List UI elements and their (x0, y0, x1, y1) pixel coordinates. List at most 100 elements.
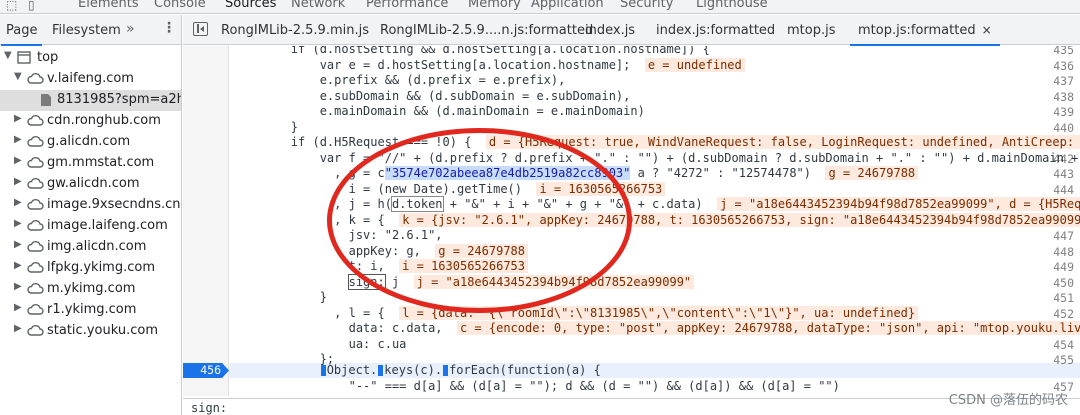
line-number[interactable]: 449 (1034, 260, 1074, 274)
line-number[interactable]: 448 (1034, 245, 1074, 259)
tree-item-label: 8131985?spm=a2h55.8 (57, 92, 181, 107)
sign-key-box[interactable]: sign: (347, 273, 386, 290)
cloud-icon (27, 324, 44, 341)
tab-memory[interactable]: Memory (468, 0, 521, 11)
tree-item[interactable]: ▶ static.youku.com (0, 321, 181, 342)
code-line: e.mainDomain && (d.mainDomain = e.mainDo… (319, 104, 645, 118)
line-number[interactable]: 450 (1034, 276, 1074, 290)
editor-tab-mtop-formatted[interactable]: mtop.js:formatted × (850, 23, 1000, 46)
tab-lighthouse[interactable]: Lighthouse (696, 0, 768, 11)
file-icon (40, 93, 52, 111)
tree-item-label: image.laifeng.com (47, 218, 168, 233)
inline-value: k = {jsv: "2.6.1", appKey: 24679788, t: … (399, 212, 1080, 227)
code-line: , i = (new Date).getTime() i = 163056526… (233, 181, 666, 198)
tab-page[interactable]: Page (0, 23, 44, 46)
editor-tab-index[interactable]: index.js (585, 23, 635, 38)
code-editor[interactable]: 4354364374384394404414424434444454464474… (183, 46, 1080, 396)
chevron-right-icon[interactable]: ▶ (14, 197, 22, 208)
tab-elements[interactable]: Elements (78, 0, 139, 11)
chevron-right-icon[interactable]: ▶ (14, 323, 22, 334)
tree-item-label: top (37, 50, 59, 65)
chevron-right-icon[interactable]: ▶ (14, 155, 22, 166)
chevron-right-icon[interactable]: ▶ (14, 218, 22, 229)
code-line: if (d.hostSetting && d.hostSetting[a.loc… (290, 46, 710, 56)
code-line: , j = h(d.token + "&" + i + "&" + g + "&… (233, 196, 1080, 213)
bottom-input-bar[interactable]: sign: (183, 398, 1080, 415)
tree-item[interactable]: ▶ r1.ykimg.com (0, 300, 181, 321)
inline-value: l = {data: "{\"roomId\":\"8131985\",\"co… (399, 305, 919, 320)
tree-item[interactable]: ▶ m.ykimg.com (0, 279, 181, 300)
cloud-icon (27, 282, 44, 299)
editor-tab-rongimlib-min[interactable]: RongIMLib-2.5.9.min.js (221, 23, 369, 38)
inline-value: g = 24679788 (825, 166, 919, 180)
line-number[interactable]: 454 (1034, 338, 1074, 352)
tab-performance[interactable]: Performance (366, 0, 448, 11)
line-number[interactable]: 447 (1034, 229, 1074, 243)
toggle-navigator-icon[interactable] (193, 22, 208, 36)
inspect-element-icon[interactable]: ⬚ (6, 0, 17, 12)
tab-sources[interactable]: Sources (225, 0, 276, 11)
breakpoint-marker[interactable]: 456 (183, 363, 229, 378)
editor-tab-index-formatted[interactable]: index.js:formatted (656, 23, 775, 38)
code-line: if (d.H5Request === !0) { d = {H5Request… (233, 135, 1080, 151)
tree-item[interactable]: ▶ image.laifeng.com (0, 216, 181, 237)
line-number[interactable]: 439 (1034, 105, 1074, 119)
tree-item[interactable]: ▶ img.alicdn.com (0, 237, 181, 258)
tree-item[interactable]: ▶ cdn.ronghub.com (0, 111, 181, 132)
line-number[interactable]: 443 (1034, 167, 1074, 181)
cloud-icon (27, 240, 44, 257)
line-number[interactable]: 440 (1034, 121, 1074, 135)
sources-navigator: Page Filesystem » ⋮ ▼ top ▼ v.laifeng.com 81… (0, 15, 182, 415)
device-toolbar-icon[interactable]: ▯ (28, 0, 35, 12)
tree-item[interactable]: ▶ image.9xsecndns.cn (0, 195, 181, 216)
tree-item[interactable]: ▶ lfpkg.ykimg.com (0, 258, 181, 279)
chevron-right-icon[interactable]: ▶ (14, 113, 22, 124)
step-marker-icon[interactable] (320, 365, 326, 376)
chevron-down-icon[interactable]: ▼ (4, 50, 12, 61)
inline-value: i = 1630565266753 (536, 181, 666, 196)
tab-filesystem[interactable]: Filesystem (52, 23, 121, 38)
line-number[interactable]: 436 (1034, 59, 1074, 73)
line-number[interactable]: 451 (1034, 291, 1074, 305)
selected-app-key-string: "3574e702abeea87e4db2519a82cc8903" (384, 166, 631, 180)
inline-value: g = 24679788 (435, 243, 528, 258)
tree-item[interactable]: ▼ v.laifeng.com (0, 69, 181, 90)
tree-item[interactable]: 8131985?spm=a2h55.8 (0, 90, 181, 111)
editor-tab-mtop[interactable]: mtop.js (787, 23, 835, 38)
tab-console[interactable]: Console (154, 0, 206, 11)
line-number[interactable]: 437 (1034, 74, 1074, 88)
chevron-right-icon[interactable]: ▶ (14, 302, 22, 313)
tab-network[interactable]: Network (291, 0, 345, 11)
step-marker-icon[interactable] (378, 365, 384, 376)
tree-item[interactable]: ▶ g.alicdn.com (0, 132, 181, 153)
chevron-right-icon[interactable]: ▶ (14, 134, 22, 145)
code-line: , l = { l = {data: "{\"roomId\":\"813198… (233, 305, 919, 322)
line-number[interactable]: 444 (1034, 183, 1074, 197)
tree-item[interactable]: ▼ top (0, 48, 181, 69)
editor-tab-rongimlib-formatted[interactable]: RongIMLib-2.5.9....n.js:formatted (380, 23, 593, 38)
code-line: "--" === d[a] && (d[a] = ""); d && (d = … (348, 379, 840, 393)
tab-application[interactable]: Application (531, 0, 604, 11)
kebab-menu-icon[interactable]: ⋮ (162, 20, 176, 36)
chevron-right-icon[interactable]: ▶ (14, 176, 22, 187)
code-line: } (319, 290, 327, 304)
tab-security[interactable]: Security (620, 0, 673, 11)
devtools-panel-tabs: ⬚ ▯ Elements Console Sources Network Per… (0, 0, 1080, 14)
line-number[interactable]: 452 (1034, 307, 1074, 321)
line-number[interactable]: 455 (1034, 353, 1074, 367)
more-tabs-button[interactable]: » (126, 21, 135, 37)
code-line: var f = "//" + (d.prefix ? d.prefix + ".… (319, 150, 1080, 165)
token-expression-box[interactable]: d.token (390, 196, 444, 212)
line-number[interactable]: 438 (1034, 90, 1074, 104)
chevron-down-icon[interactable]: ▼ (14, 71, 22, 82)
step-marker-icon[interactable] (443, 365, 449, 376)
chevron-right-icon[interactable]: ▶ (14, 281, 22, 292)
tree-item-label: g.alicdn.com (47, 134, 131, 149)
chevron-right-icon[interactable]: ▶ (14, 260, 22, 271)
code-line: var e = d.hostSetting[a.location.hostnam… (233, 57, 745, 74)
chevron-right-icon[interactable]: ▶ (14, 239, 22, 250)
tree-item[interactable]: ▶ gm.mmstat.com (0, 153, 181, 174)
close-tab-icon[interactable]: × (982, 23, 992, 37)
line-number[interactable]: 435 (1034, 46, 1074, 57)
tree-item[interactable]: ▶ gw.alicdn.com (0, 174, 181, 195)
